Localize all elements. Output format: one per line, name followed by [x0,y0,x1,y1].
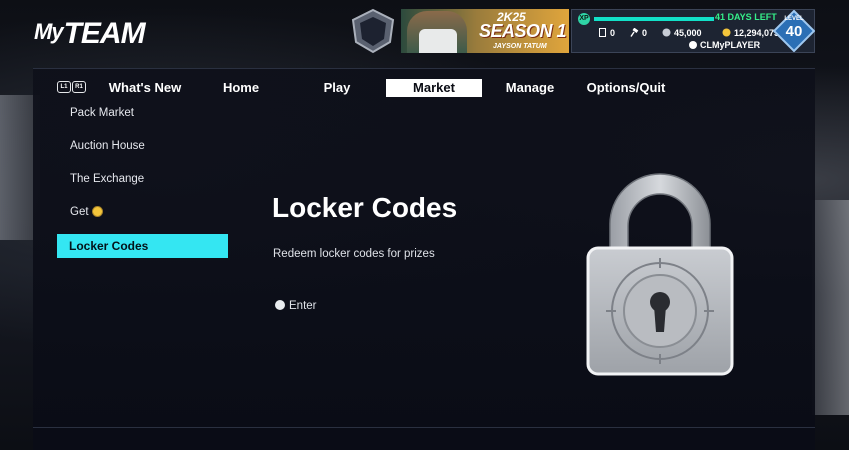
season-banner[interactable]: 2K25 SEASON 1 JAYSON TATUM [401,9,569,53]
tab-home[interactable]: Home [210,79,272,97]
logo-prefix: My [34,19,64,44]
vc-stat: 12,294,075 [722,28,779,38]
submenu-item-pack-market[interactable]: Pack Market [70,107,134,119]
days-left: 41 DAYS LEFT [715,12,777,22]
season-banner-title: SEASON 1 [479,21,567,41]
mt-stat: 45,000 [662,28,702,38]
username: CLMyPLAYER [700,40,761,50]
enter-action[interactable]: Enter [275,300,317,312]
panel-divider [33,427,815,428]
player-jersey [419,29,457,53]
level-number: 40 [785,23,803,40]
user-icon [689,41,697,49]
r1-bumper-icon[interactable]: R1 [72,81,86,93]
season-banner-player: JAYSON TATUM [493,43,547,50]
auction-count: 0 [642,28,648,38]
background-wall-right [812,200,849,415]
auction-stat: 0 [630,28,647,38]
xp-progress-bar [594,17,714,21]
tab-whats-new[interactable]: What's New [100,79,190,97]
tab-manage[interactable]: Manage [496,79,564,97]
enter-label: Enter [289,300,317,312]
submenu-item-get-label: Get [70,206,89,218]
submenu-item-get[interactable]: Get [70,206,103,218]
controller-button-icon [275,300,285,310]
vc-coin-icon [722,28,731,37]
xp-icon: XP [578,13,590,25]
logo-main: TEAM [63,17,146,50]
padlock-icon [586,173,734,376]
myteam-logo: MyTEAM [34,14,146,52]
mt-coin-icon [662,28,671,37]
cards-count: 0 [610,28,616,38]
submenu-item-the-exchange[interactable]: The Exchange [70,173,144,185]
tab-play[interactable]: Play [306,79,368,97]
page-title: Locker Codes [272,192,458,223]
l1-bumper-icon[interactable]: L1 [57,81,71,93]
mt-amount: 45,000 [674,28,702,38]
gavel-icon [630,28,639,37]
tab-options-quit[interactable]: Options/Quit [578,79,674,97]
submenu-item-locker-codes[interactable]: Locker Codes [57,234,228,258]
rank-shield-icon [351,8,395,54]
card-icon [599,28,606,37]
submenu-item-auction-house[interactable]: Auction House [70,140,145,152]
level-label: LEVEL [784,16,804,22]
page-description: Redeem locker codes for prizes [273,248,435,260]
tab-market[interactable]: Market [386,79,482,97]
cards-stat: 0 [598,28,615,38]
coin-icon [91,206,103,217]
